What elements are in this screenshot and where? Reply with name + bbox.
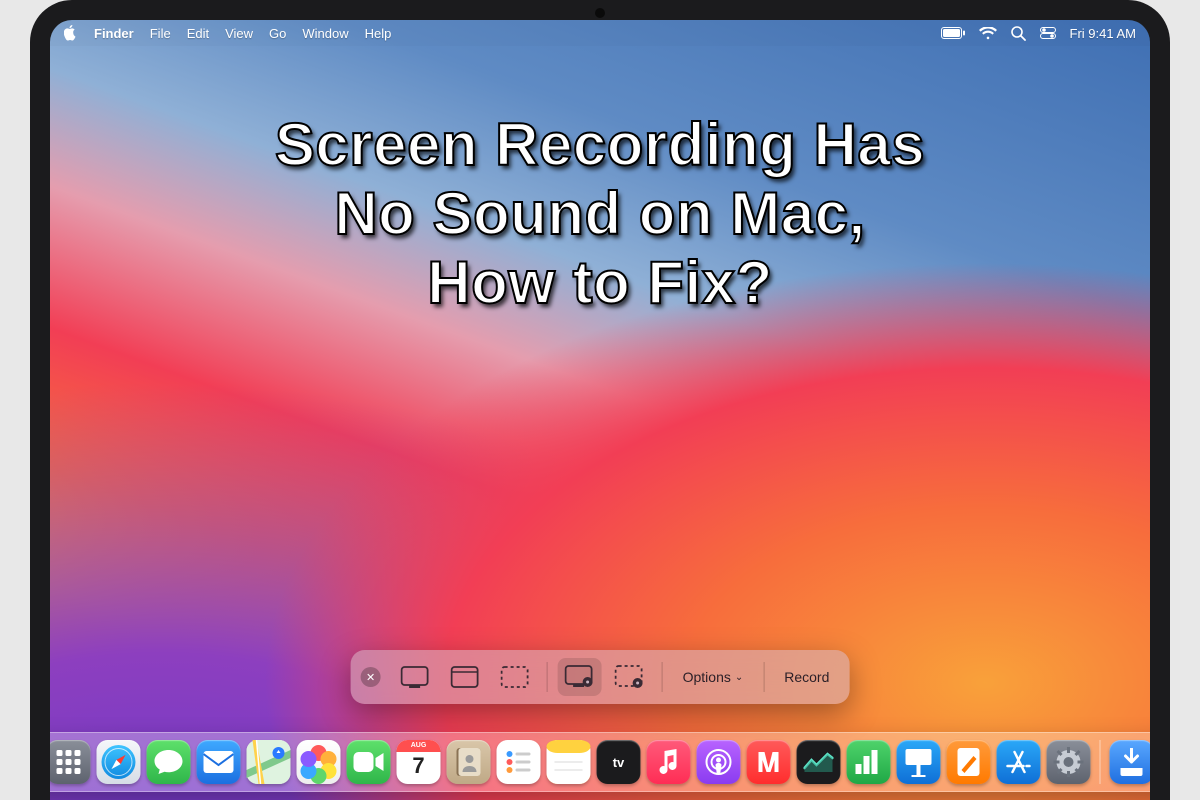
toolbar-separator [763, 662, 764, 692]
calendar-month: AUG [397, 740, 441, 752]
title-line-3: How to Fix? [100, 248, 1100, 317]
toolbar-separator [662, 662, 663, 692]
desktop-screen: Finder File Edit View Go Window Help [50, 20, 1150, 800]
camera-notch [595, 8, 605, 18]
dock-podcasts-icon[interactable] [697, 740, 741, 784]
dock-appstore-icon[interactable] [997, 740, 1041, 784]
dock-facetime-icon[interactable] [347, 740, 391, 784]
options-button[interactable]: Options ⌄ [673, 669, 754, 685]
battery-icon[interactable] [941, 27, 965, 39]
title-line-2: No Sound on Mac, [100, 179, 1100, 248]
dock-news-icon[interactable] [747, 740, 791, 784]
dock-keynote-icon[interactable] [897, 740, 941, 784]
dock-music-icon[interactable] [647, 740, 691, 784]
menu-bar: Finder File Edit View Go Window Help [50, 20, 1150, 46]
record-entire-screen-button[interactable] [558, 658, 602, 696]
record-selection-button[interactable] [608, 658, 652, 696]
menu-window[interactable]: Window [302, 26, 348, 41]
calendar-day: 7 [412, 753, 424, 779]
title-line-1: Screen Recording Has [100, 110, 1100, 179]
menu-go[interactable]: Go [269, 26, 286, 41]
dock-reminders-icon[interactable] [497, 740, 541, 784]
menu-edit[interactable]: Edit [187, 26, 209, 41]
laptop-bezel: Finder File Edit View Go Window Help [30, 0, 1170, 800]
dock-pages-icon[interactable] [947, 740, 991, 784]
toolbar-separator [547, 662, 548, 692]
dock-photos-icon[interactable] [297, 740, 341, 784]
menu-clock[interactable]: Fri 9:41 AM [1070, 26, 1136, 41]
dock-notes-icon[interactable] [547, 740, 591, 784]
dock-system-preferences-icon[interactable] [1047, 740, 1091, 784]
dock-launchpad-icon[interactable] [50, 740, 91, 784]
article-title-overlay: Screen Recording Has No Sound on Mac, Ho… [50, 110, 1150, 317]
menu-view[interactable]: View [225, 26, 253, 41]
chevron-down-icon: ⌄ [735, 672, 743, 683]
capture-window-button[interactable] [443, 658, 487, 696]
spotlight-icon[interactable] [1011, 26, 1026, 41]
dock-downloads-icon[interactable] [1110, 740, 1151, 784]
dock: AUG 7 tv [50, 732, 1150, 792]
dock-maps-icon[interactable] [247, 740, 291, 784]
dock-separator [1100, 740, 1101, 784]
dock-mail-icon[interactable] [197, 740, 241, 784]
dock-safari-icon[interactable] [97, 740, 141, 784]
dock-tv-icon[interactable]: tv [597, 740, 641, 784]
dock-messages-icon[interactable] [147, 740, 191, 784]
dock-calendar-icon[interactable]: AUG 7 [397, 740, 441, 784]
apple-menu-icon[interactable] [64, 25, 78, 41]
record-button[interactable]: Record [774, 669, 839, 685]
dock-numbers-icon[interactable] [847, 740, 891, 784]
dock-stocks-icon[interactable] [797, 740, 841, 784]
menu-file[interactable]: File [150, 26, 171, 41]
capture-selection-button[interactable] [493, 658, 537, 696]
dock-contacts-icon[interactable] [447, 740, 491, 784]
menu-help[interactable]: Help [365, 26, 392, 41]
menu-app-name[interactable]: Finder [94, 26, 134, 41]
close-icon[interactable]: ✕ [361, 667, 381, 687]
screenshot-toolbar: ✕ Options ⌄ Record [351, 650, 850, 704]
control-center-icon[interactable] [1040, 27, 1056, 39]
wifi-icon[interactable] [979, 27, 997, 40]
capture-entire-screen-button[interactable] [393, 658, 437, 696]
